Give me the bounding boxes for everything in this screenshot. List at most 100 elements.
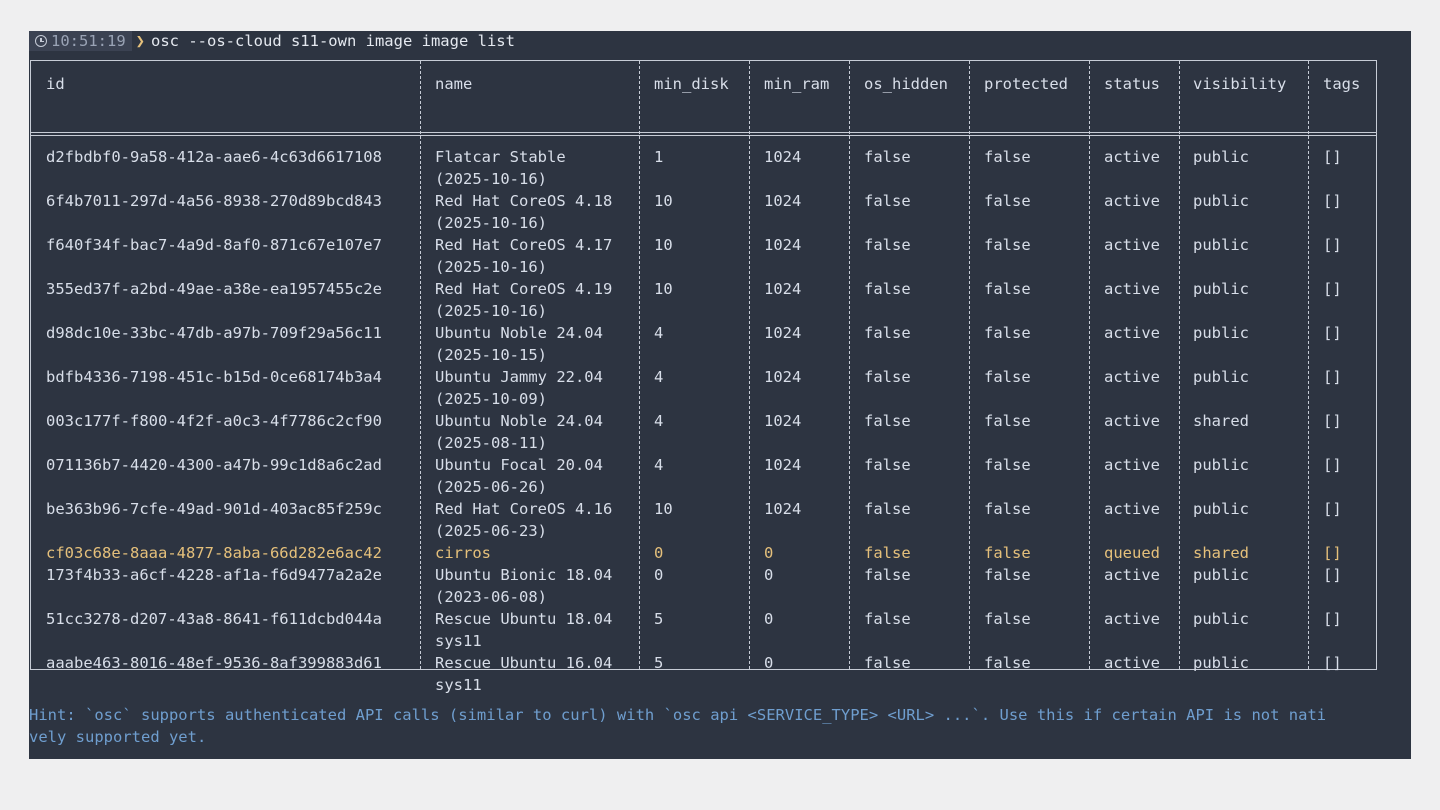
table-cell-name: Ubuntu Focal 20.04 xyxy=(435,456,603,474)
prompt-time: 10:51:19 xyxy=(51,32,126,50)
table-cell-tags: [] xyxy=(1323,368,1342,386)
table-cell-id: 071136b7-4420-4300-a47b-99c1d8a6c2ad xyxy=(46,456,382,474)
table-cell-status: active xyxy=(1104,456,1160,474)
table-cell-min-disk: 4 xyxy=(654,456,664,474)
table-cell-min-ram: 1024 xyxy=(764,148,802,166)
table-cell-visibility: public xyxy=(1193,654,1249,672)
table-cell-name: sys11 xyxy=(435,632,482,650)
table-cell-name: Red Hat CoreOS 4.17 xyxy=(435,236,613,254)
table-cell-os-hidden: false xyxy=(864,368,911,386)
column-header-status[interactable]: status xyxy=(1104,73,1160,95)
table-cell-protected: false xyxy=(984,500,1031,518)
table-cell-tags: [] xyxy=(1323,566,1342,584)
table-cell-name: cirros xyxy=(435,544,491,562)
table-cell-min-disk: 10 xyxy=(654,192,673,210)
table-cell-os-hidden: false xyxy=(864,148,911,166)
table-cell-id: 003c177f-f800-4f2f-a0c3-4f7786c2cf90 xyxy=(46,412,382,430)
table-cell-visibility: public xyxy=(1193,456,1249,474)
column-divider xyxy=(849,61,850,669)
table-cell-min-ram: 0 xyxy=(764,654,774,672)
table-cell-min-disk: 5 xyxy=(654,610,664,628)
table-cell-tags: [] xyxy=(1323,236,1342,254)
table-cell-min-ram: 0 xyxy=(764,544,774,562)
table-cell-os-hidden: false xyxy=(864,654,911,672)
command-text: osc --os-cloud s11-own image image list xyxy=(151,32,515,50)
table-cell-status: active xyxy=(1104,324,1160,342)
table-cell-id: aaabe463-8016-48ef-9536-8af399883d61 xyxy=(46,654,382,672)
column-divider xyxy=(1089,61,1090,669)
table-cell-os-hidden: false xyxy=(864,566,911,584)
table-cell-min-ram: 0 xyxy=(764,566,774,584)
table-cell-min-ram: 1024 xyxy=(764,456,802,474)
table-cell-os-hidden: false xyxy=(864,324,911,342)
column-header-name[interactable]: name xyxy=(435,73,472,95)
table-cell-min-disk: 10 xyxy=(654,500,673,518)
table-cell-name: Flatcar Stable xyxy=(435,148,566,166)
table-cell-protected: false xyxy=(984,610,1031,628)
table-cell-name: sys11 xyxy=(435,676,482,694)
table-cell-name: Rescue Ubuntu 18.04 xyxy=(435,610,613,628)
table-cell-min-disk: 4 xyxy=(654,412,664,430)
table-cell-name: (2025-06-26) xyxy=(435,478,547,496)
header-separator xyxy=(31,135,1376,136)
table-cell-visibility: public xyxy=(1193,236,1249,254)
table-cell-status: active xyxy=(1104,236,1160,254)
table-cell-visibility: public xyxy=(1193,368,1249,386)
column-header-id[interactable]: id xyxy=(46,73,65,95)
table-cell-name: Red Hat CoreOS 4.16 xyxy=(435,500,613,518)
hint-text: Hint: `osc` supports authenticated API c… xyxy=(29,704,1411,748)
table-cell-os-hidden: false xyxy=(864,456,911,474)
table-cell-visibility: public xyxy=(1193,500,1249,518)
column-header-min-ram[interactable]: min_ram xyxy=(764,73,829,95)
column-header-protected[interactable]: protected xyxy=(984,73,1068,95)
table-cell-protected: false xyxy=(984,236,1031,254)
table-cell-status: active xyxy=(1104,566,1160,584)
table-cell-min-disk: 1 xyxy=(654,148,664,166)
image-list-table: id name min_disk min_ram os_hidden protected s… xyxy=(30,60,1377,694)
column-header-os-hidden[interactable]: os_hidden xyxy=(864,73,948,95)
table-cell-protected: false xyxy=(984,544,1031,562)
column-header-visibility[interactable]: visibility xyxy=(1193,73,1286,95)
table-cell-tags: [] xyxy=(1323,654,1342,672)
table-cell-tags: [] xyxy=(1323,610,1342,628)
table-cell-name: (2025-10-16) xyxy=(435,302,547,320)
header-separator xyxy=(31,132,1376,133)
prompt-time-segment: 10:51:19 xyxy=(29,31,132,51)
table-cell-os-hidden: false xyxy=(864,544,911,562)
table-cell-tags: [] xyxy=(1323,192,1342,210)
table-cell-name: (2025-08-11) xyxy=(435,434,547,452)
column-header-tags[interactable]: tags xyxy=(1323,73,1360,95)
column-divider xyxy=(1179,61,1180,669)
table-cell-protected: false xyxy=(984,456,1031,474)
table-cell-id: f640f34f-bac7-4a9d-8af0-871c67e107e7 xyxy=(46,236,382,254)
table-cell-id: bdfb4336-7198-451c-b15d-0ce68174b3a4 xyxy=(46,368,382,386)
table-cell-visibility: public xyxy=(1193,148,1249,166)
table-cell-status: active xyxy=(1104,500,1160,518)
table-cell-min-ram: 1024 xyxy=(764,412,802,430)
column-divider xyxy=(749,61,750,669)
table-cell-tags: [] xyxy=(1323,544,1342,562)
table-cell-min-disk: 0 xyxy=(654,544,664,562)
table-cell-tags: [] xyxy=(1323,324,1342,342)
table-cell-status: active xyxy=(1104,280,1160,298)
table-cell-os-hidden: false xyxy=(864,192,911,210)
column-divider xyxy=(1308,61,1309,669)
table-cell-name: Red Hat CoreOS 4.18 xyxy=(435,192,613,210)
table-cell-os-hidden: false xyxy=(864,236,911,254)
table-cell-name: (2025-10-16) xyxy=(435,170,547,188)
column-header-min-disk[interactable]: min_disk xyxy=(654,73,729,95)
table-cell-name: Rescue Ubuntu 16.04 xyxy=(435,654,613,672)
prompt-line: 10:51:19 ❯ osc --os-cloud s11-own image … xyxy=(29,31,515,51)
table-cell-status: queued xyxy=(1104,544,1160,562)
table-cell-name: Ubuntu Noble 24.04 xyxy=(435,324,603,342)
table-cell-visibility: shared xyxy=(1193,544,1249,562)
table-cell-name: (2023-06-08) xyxy=(435,588,547,606)
table-cell-id: 355ed37f-a2bd-49ae-a38e-ea1957455c2e xyxy=(46,280,382,298)
table-cell-visibility: public xyxy=(1193,324,1249,342)
table-cell-min-disk: 4 xyxy=(654,324,664,342)
terminal-window[interactable]: 10:51:19 ❯ osc --os-cloud s11-own image … xyxy=(29,31,1411,759)
table-cell-id: 6f4b7011-297d-4a56-8938-270d89bcd843 xyxy=(46,192,382,210)
table-cell-os-hidden: false xyxy=(864,610,911,628)
table-cell-min-disk: 10 xyxy=(654,236,673,254)
table-cell-protected: false xyxy=(984,192,1031,210)
